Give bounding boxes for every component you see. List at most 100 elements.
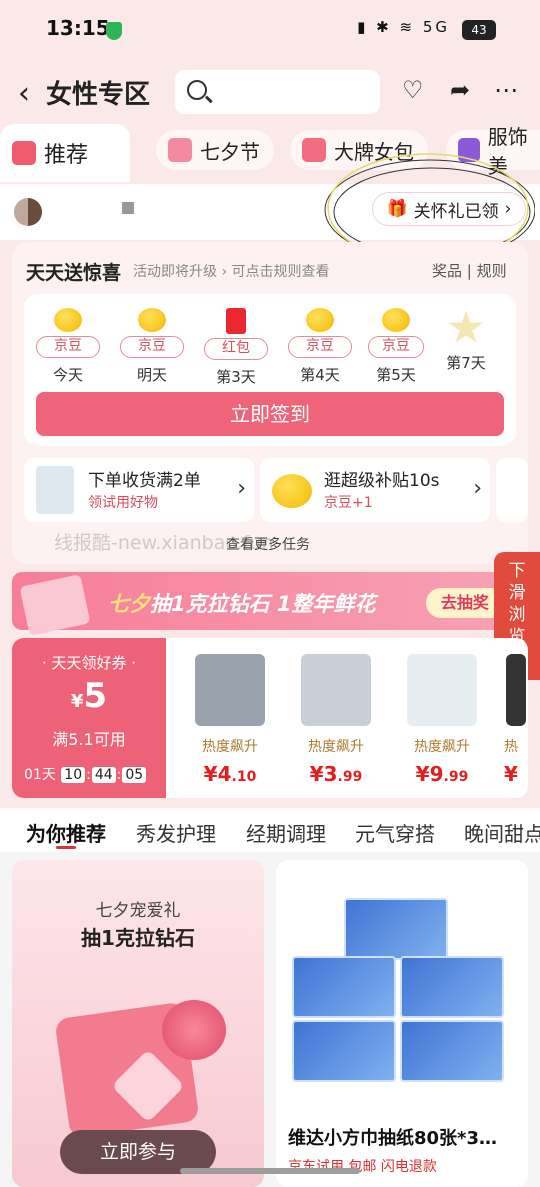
- star-plush-icon: [448, 310, 484, 343]
- feed-tab-outfit[interactable]: 元气穿搭: [355, 818, 435, 847]
- more-icon[interactable]: ⋯: [494, 76, 518, 104]
- coin-icon: [272, 474, 312, 508]
- product-image: [506, 654, 526, 726]
- coupon-amount: ¥5: [12, 676, 166, 716]
- shield-icon: [106, 22, 122, 40]
- price-int: ¥: [504, 762, 518, 786]
- feed-tab-recommend[interactable]: 为你推荐: [26, 818, 106, 847]
- tab-qixi[interactable]: 七夕节: [156, 130, 274, 170]
- product-item[interactable]: 热度飙升 ¥4.10: [180, 648, 280, 786]
- price-dec: .10: [231, 769, 257, 785]
- timer-minutes: 44: [91, 767, 116, 783]
- product-price: ¥4.10: [180, 762, 280, 786]
- feed-tab-dessert[interactable]: 晚间甜点: [464, 818, 540, 847]
- daily-coupon[interactable]: · 天天领好券 · ¥5 满5.1可用 01天 10:44:05: [12, 638, 166, 798]
- tissue-box-image: [292, 1020, 396, 1082]
- share-icon[interactable]: ➦: [450, 76, 470, 104]
- reward-pill: 红包: [204, 338, 268, 360]
- product-item[interactable]: 热度飙升 ¥9.99: [392, 648, 492, 786]
- reward-pill: 京豆: [368, 336, 424, 358]
- product-tag: 热度飙升: [414, 739, 470, 755]
- product-image: [195, 654, 265, 726]
- coupon-title: · 天天领好券 ·: [41, 654, 137, 672]
- reward-pill: 京豆: [36, 336, 100, 358]
- product-image: [407, 654, 477, 726]
- coin-icon: [306, 308, 334, 332]
- price-dec: .99: [443, 769, 469, 785]
- day-item: 红包 第3天: [200, 308, 272, 387]
- product-price: ¥: [504, 762, 528, 786]
- home-indicator[interactable]: [180, 1168, 360, 1174]
- currency: ¥: [70, 691, 84, 712]
- status-time: 13:15: [46, 16, 110, 40]
- banner-text: 七夕抽1克拉钻石 1整年鲜花: [108, 588, 376, 618]
- sign-in-subtitle[interactable]: 活动即将升级 › 可点击规则查看: [133, 261, 330, 281]
- promo-line2: 抽1克拉钻石: [81, 926, 195, 950]
- task-sub: 领试用好物: [88, 495, 158, 511]
- day-item: 京豆 明天: [116, 308, 188, 385]
- day-label: 今天: [52, 366, 83, 384]
- day-item: 京豆 第4天: [284, 308, 356, 385]
- reward-pill: 京豆: [120, 336, 184, 358]
- coupon-condition: 满5.1可用: [52, 730, 126, 749]
- battery-indicator: 43: [462, 20, 496, 40]
- task-title: 逛超级补贴10s: [324, 471, 440, 491]
- chevron-right-icon: ›: [473, 476, 482, 501]
- prize-rules-links[interactable]: 奖品 | 规则: [432, 260, 507, 281]
- task-sub: 京豆+1: [324, 495, 373, 511]
- product-item-partial[interactable]: 热 ¥: [504, 648, 528, 786]
- gift-icon: [168, 138, 192, 162]
- red-envelope-icon: [226, 308, 246, 334]
- follow-heart-icon[interactable]: ♡: [402, 76, 424, 104]
- rose-illustration: [162, 1000, 226, 1060]
- task-card[interactable]: 逛超级补贴10s 京豆+1 ›: [260, 458, 490, 522]
- chevron-right-icon: ›: [237, 476, 246, 501]
- tab-label: 推荐: [44, 143, 89, 168]
- timer-seconds: 05: [122, 767, 147, 783]
- tab-recommend[interactable]: 推荐: [0, 124, 130, 182]
- active-tab-indicator: [56, 846, 76, 849]
- day-item: 京豆 今天: [32, 308, 104, 385]
- timer-hours: 10: [61, 767, 86, 783]
- tissue-box-image: [400, 1020, 504, 1082]
- task-title: 下单收货满2单: [88, 471, 201, 491]
- product-thumb: [36, 466, 74, 514]
- countdown-timer: 01天 10:44:05: [24, 764, 147, 784]
- day-item: 京豆 第5天: [366, 308, 426, 385]
- product-name: 维达小方巾抽纸80张*3…: [288, 1128, 497, 1149]
- day-label: 第5天: [376, 366, 416, 384]
- price-int: ¥4: [203, 762, 232, 786]
- task-card[interactable]: 下单收货满2单 领试用好物 ›: [24, 458, 254, 522]
- blurred-name: [122, 202, 134, 214]
- tissue-box-image: [344, 898, 448, 960]
- tissue-box-image: [400, 956, 504, 1018]
- product-tag: 热度飙升: [308, 739, 364, 755]
- coin-icon: [54, 308, 82, 332]
- feed-tab-period[interactable]: 经期调理: [246, 818, 326, 847]
- status-bar: 13:15 ▮ ✱ ≋ 5G 43: [0, 0, 540, 60]
- reward-pill: 京豆: [288, 336, 352, 358]
- more-tasks-link[interactable]: 查看更多任务: [226, 534, 310, 554]
- sign-in-button[interactable]: 立即签到: [36, 392, 504, 436]
- page-title: 女性专区: [46, 80, 151, 110]
- price-int: ¥3: [309, 762, 338, 786]
- tab-label: 七夕节: [200, 139, 260, 164]
- feed-tab-hair[interactable]: 秀发护理: [136, 818, 216, 847]
- star-icon: [12, 141, 36, 165]
- back-icon[interactable]: ‹: [18, 76, 30, 111]
- task-card-partial[interactable]: [496, 458, 528, 522]
- day-label: 明天: [136, 366, 167, 384]
- promo-card[interactable]: 七夕宠爱礼 抽1克拉钻石 立即参与: [12, 860, 264, 1187]
- product-tag: 热度飙升: [202, 739, 258, 755]
- day-label: 第7天: [446, 354, 486, 372]
- product-card[interactable]: 维达小方巾抽纸80张*3… 京东试用 包邮 闪电退款: [276, 860, 528, 1187]
- product-item[interactable]: 热度飙升 ¥3.99: [286, 648, 386, 786]
- price-dec: .99: [337, 769, 363, 785]
- search-input[interactable]: [175, 70, 380, 114]
- coin-icon: [138, 308, 166, 332]
- avatar[interactable]: [14, 198, 42, 226]
- product-price: ¥9.99: [392, 762, 492, 786]
- coupon-value: 5: [83, 676, 108, 716]
- banner-main: 抽1克拉钻石 1整年鲜花: [150, 592, 376, 616]
- tissue-box-image: [292, 956, 396, 1018]
